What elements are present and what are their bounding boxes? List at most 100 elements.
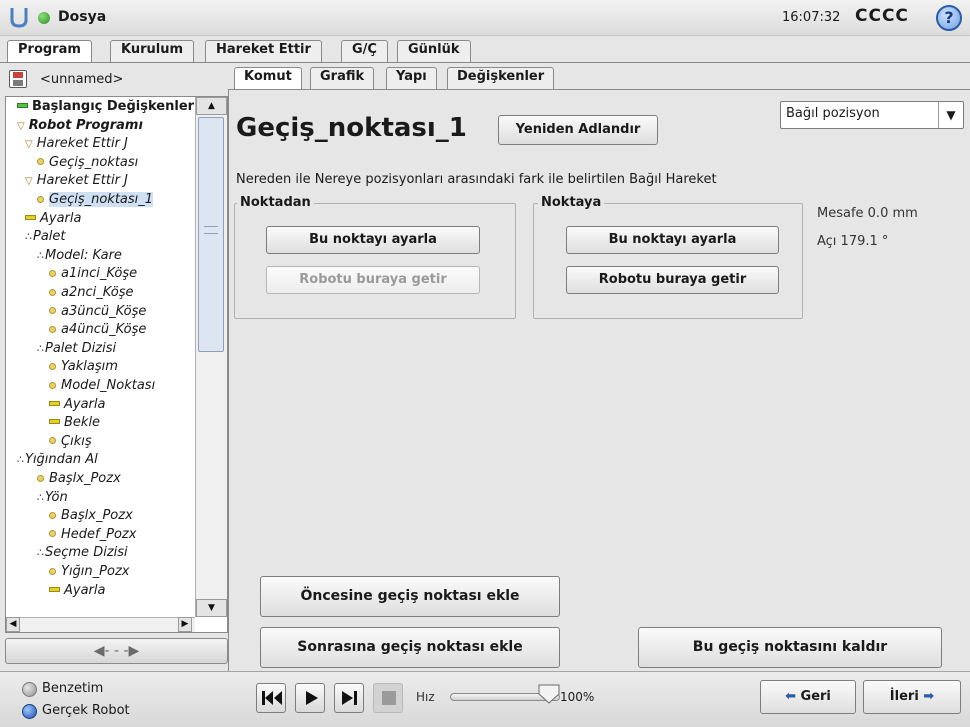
scroll-left-arrow-icon[interactable]: ◀: [6, 617, 20, 632]
tab-degiskenler[interactable]: Değişkenler: [447, 67, 555, 89]
add-waypoint-after-button[interactable]: Sonrasına geçiş noktası ekle: [260, 627, 560, 668]
tab-grafik[interactable]: Grafik: [310, 67, 375, 89]
tree-item[interactable]: Geçiş_noktası_1: [37, 190, 154, 209]
init-variables-icon: [17, 103, 28, 108]
tree-item[interactable]: Yaklaşım: [49, 357, 118, 376]
to-point-title: Noktaya: [538, 195, 605, 210]
to-move-robot-button[interactable]: Robotu buraya getir: [566, 266, 779, 294]
tree-item[interactable]: ▽ Robot Programı: [17, 116, 143, 135]
move-icon: ▽: [25, 176, 33, 188]
tree-item-label: Başlx_Pozx: [49, 471, 121, 486]
real-robot-label[interactable]: Gerçek Robot: [42, 703, 130, 718]
tree-item[interactable]: Başlx_Pozx: [49, 506, 133, 525]
real-robot-radio[interactable]: [22, 704, 37, 719]
tree-item[interactable]: ∴ Palet: [25, 227, 66, 246]
tree-item-label: Palet Dizisi: [45, 340, 117, 356]
tree-horizontal-scrollbar[interactable]: ◀ ▶: [6, 617, 195, 632]
tree-item-label: Bekle: [64, 415, 101, 431]
tab-yapi[interactable]: Yapı: [386, 67, 437, 89]
tree-item[interactable]: ∴ Yığından Al: [17, 450, 98, 469]
tree-item-label: Başlx_Pozx: [61, 508, 133, 524]
scroll-down-arrow-icon[interactable]: ▼: [196, 599, 227, 617]
collapse-tree-button[interactable]: ◀‐ ‐ ‐▶: [5, 638, 228, 664]
set-icon: [49, 400, 60, 406]
help-icon[interactable]: ?: [936, 5, 962, 31]
tree-item-label: Ayarla: [64, 396, 106, 412]
tree-item[interactable]: ▽ Hareket Ettir J: [25, 171, 128, 190]
step-forward-button[interactable]: [334, 683, 364, 713]
next-button[interactable]: İleri ➡: [863, 680, 961, 714]
tree-item[interactable]: ▽ Hareket Ettir J: [25, 134, 128, 153]
tree-item[interactable]: Yığın_Pozx: [49, 562, 129, 581]
tree-item[interactable]: a4üncü_Köşe: [49, 320, 146, 339]
tree-item-label: Başlangıç Değişkenleri: [32, 99, 199, 114]
tree-item[interactable]: Başlangıç Değişkenleri: [17, 97, 199, 116]
tree-item[interactable]: Ayarla: [25, 209, 81, 228]
stop-button[interactable]: [373, 683, 403, 713]
tree-item[interactable]: Bekle: [49, 413, 100, 432]
tab-io[interactable]: G/Ç: [341, 40, 388, 62]
simulation-radio[interactable]: [22, 682, 37, 697]
play-button[interactable]: [295, 683, 325, 713]
tree-item[interactable]: ∴ Model: Kare: [37, 246, 122, 265]
tree-item-label: Hareket Ettir J: [36, 136, 128, 152]
from-set-point-button[interactable]: Bu noktayı ayarla: [266, 226, 480, 254]
simulation-label[interactable]: Benzetim: [42, 681, 103, 696]
pattern-icon: ∴: [25, 230, 32, 244]
tree-item[interactable]: Model_Noktası: [49, 376, 155, 395]
waypoint-icon: [49, 325, 56, 333]
tab-kurulum[interactable]: Kurulum: [110, 40, 195, 62]
pattern-icon: ∴: [17, 453, 24, 467]
rewind-icon: [262, 691, 282, 705]
tree-item[interactable]: Çıkış: [49, 432, 92, 451]
program-name: <unnamed>: [40, 72, 124, 87]
tree-item-label: Çıkış: [61, 433, 92, 449]
tree-item[interactable]: a3üncü_Köşe: [49, 302, 146, 321]
tree-item[interactable]: ∴ Yön: [37, 488, 68, 507]
from-move-robot-button[interactable]: Robotu buraya getir: [266, 266, 480, 294]
set-icon: [49, 586, 60, 592]
tree-scroll-thumb[interactable]: [198, 117, 224, 352]
tree-item[interactable]: Geçiş_noktası: [37, 153, 138, 172]
tab-gunluk[interactable]: Günlük: [397, 40, 471, 62]
angle-readout: Açı 179.1 °: [817, 234, 889, 249]
speed-slider-thumb[interactable]: [538, 684, 560, 704]
waypoint-icon: [37, 195, 44, 203]
tab-hareket-ettir[interactable]: Hareket Ettir: [205, 40, 322, 62]
tree-item[interactable]: Başlx_Pozx: [37, 469, 121, 488]
to-set-point-button[interactable]: Bu noktayı ayarla: [566, 226, 779, 254]
tree-item[interactable]: Hedef_Pozx: [49, 525, 136, 544]
save-program-icon[interactable]: [9, 70, 27, 88]
tree-item[interactable]: Ayarla: [49, 395, 105, 414]
back-button[interactable]: ⬅ Geri: [760, 680, 856, 714]
waypoint-icon: [49, 511, 56, 519]
tree-item-label: a3üncü_Köşe: [61, 303, 147, 319]
tree-item[interactable]: a2nci_Köşe: [49, 283, 134, 302]
rewind-button[interactable]: [256, 683, 286, 713]
tab-komut[interactable]: Komut: [234, 67, 302, 90]
tabs-divider: [0, 62, 970, 63]
tree-item[interactable]: ∴ Palet Dizisi: [37, 339, 116, 358]
tree-item-label: Robot Programı: [28, 117, 143, 133]
waypoint-icon: [49, 437, 56, 445]
rename-button[interactable]: Yeniden Adlandır: [498, 115, 658, 145]
tree-item-label: a4üncü_Köşe: [61, 322, 147, 338]
pattern-icon: ∴: [37, 341, 44, 355]
tree-item[interactable]: a1inci_Köşe: [49, 264, 137, 283]
tree-item-label: Palet: [33, 229, 66, 245]
waypoint-name: Geçiş_noktası_1: [236, 113, 467, 143]
clock: 16:07:32: [782, 10, 841, 25]
tab-program[interactable]: Program: [7, 40, 92, 63]
chevron-down-icon[interactable]: ▼: [938, 102, 963, 128]
remove-waypoint-button[interactable]: Bu geçiş noktasını kaldır: [638, 627, 942, 668]
from-point-group: [234, 203, 516, 319]
scroll-up-arrow-icon[interactable]: ▲: [196, 97, 227, 115]
next-label: İleri: [889, 689, 919, 704]
add-waypoint-before-button[interactable]: Öncesine geçiş noktası ekle: [260, 576, 560, 617]
tree-item[interactable]: Ayarla: [49, 581, 105, 600]
play-icon: [306, 691, 318, 705]
scroll-right-arrow-icon[interactable]: ▶: [178, 617, 192, 632]
app-title[interactable]: Dosya: [58, 9, 106, 25]
motion-description: Nereden ile Nereye pozisyonları arasında…: [236, 172, 717, 187]
tree-item[interactable]: ∴ Seçme Dizisi: [37, 543, 128, 562]
